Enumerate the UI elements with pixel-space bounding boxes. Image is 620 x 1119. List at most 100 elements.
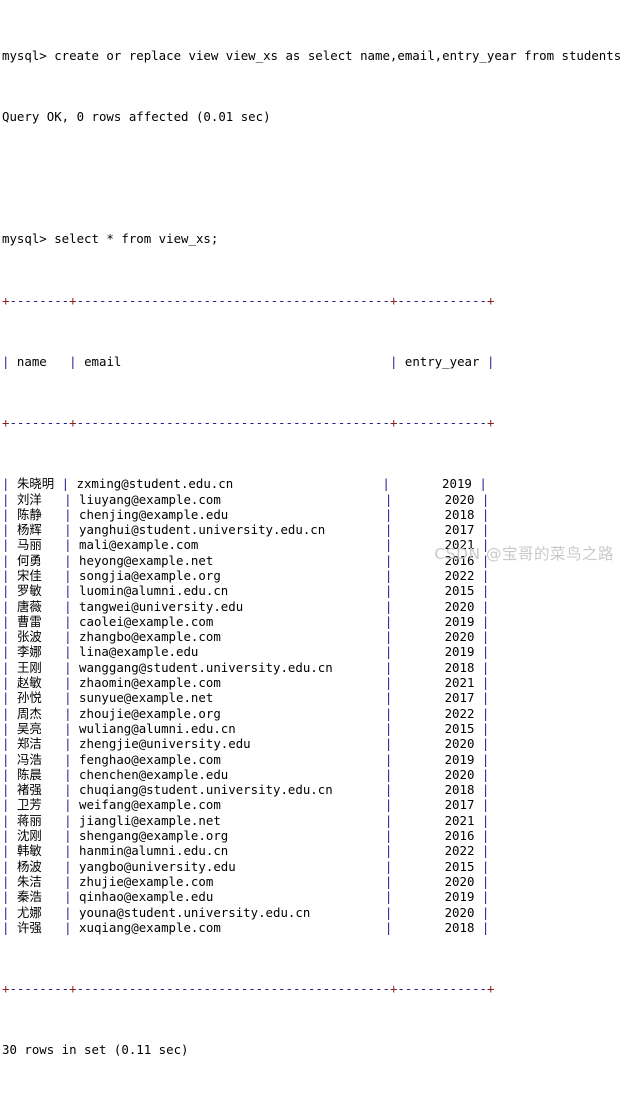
table-column-divider: | — [384, 613, 393, 629]
table-column-divider: | — [481, 782, 490, 798]
table-column-divider: | — [481, 583, 490, 599]
table-rule-header: +--------+------------------------------… — [2, 415, 620, 430]
table-column-divider: | — [384, 797, 393, 813]
cell-email: chenchen@example.edu — [71, 766, 385, 782]
cell-email: liuyang@example.com — [71, 491, 385, 507]
table-column-divider: | — [481, 766, 490, 782]
table-column-divider: | — [2, 675, 10, 691]
cell-pad — [9, 583, 16, 598]
cell-name: 杨波 — [16, 858, 42, 874]
cell-entry-year: 2019 — [392, 613, 482, 629]
table-row: | 赵敏 | zhaomin@example.com | 2021 | — [2, 675, 620, 690]
cell-entry-year: 2017 — [392, 690, 482, 706]
table-column-divider: | — [2, 797, 10, 813]
cell-pad — [9, 782, 16, 797]
table-column-divider: | — [64, 537, 72, 553]
cell-pad — [42, 813, 64, 828]
command-line-2: mysql> select * from view_xs; — [2, 231, 620, 246]
rule-dashes: -------- — [9, 292, 70, 308]
table-column-divider: | — [479, 476, 487, 492]
table-column-divider: | — [384, 644, 393, 660]
prompt-2: mysql> — [2, 231, 55, 247]
cell-pad — [42, 797, 64, 812]
table-column-divider: | — [384, 705, 393, 721]
table-column-divider: | — [2, 812, 10, 828]
cell-name: 褚强 — [16, 782, 42, 798]
cell-entry-year: 2020 — [392, 766, 482, 782]
command-text-1: create or replace view view_xs as select… — [54, 47, 620, 63]
table-column-divider: | — [2, 904, 10, 920]
table-row: | 韩敏 | hanmin@alumni.edu.cn | 2022 | — [2, 843, 620, 858]
cell-entry-year: 2015 — [392, 720, 482, 736]
table-column-divider: | — [64, 675, 72, 691]
table-column-divider: | — [481, 904, 490, 920]
cell-email: zhujie@example.com — [71, 873, 385, 889]
table-column-divider: | — [481, 629, 490, 645]
cell-email: qinhao@example.edu — [71, 889, 385, 905]
cell-email: weifang@example.com — [71, 797, 385, 813]
table-column-divider: | — [64, 812, 72, 828]
cell-pad — [42, 767, 64, 782]
table-rule-bottom: +--------+------------------------------… — [2, 981, 620, 996]
cell-pad — [9, 629, 16, 644]
prompt-1: mysql> — [2, 47, 55, 63]
table-column-divider: | — [2, 629, 10, 645]
table-column-divider: | — [64, 552, 72, 568]
rule-dashes: ----------------------------------------… — [76, 292, 390, 308]
cell-email: chenjing@example.edu — [71, 506, 385, 522]
table-column-divider: | — [2, 889, 10, 905]
cell-pad — [9, 476, 16, 491]
table-column-divider: | — [384, 720, 393, 736]
table-row: | 卫芳 | weifang@example.com | 2017 | — [2, 797, 620, 812]
cell-email: chuqiang@student.university.edu.cn — [71, 782, 385, 798]
cell-name: 朱洁 — [16, 873, 42, 889]
table-column-divider: | — [481, 690, 490, 706]
rule-dashes: ------------ — [397, 415, 487, 431]
cell-email: zxming@student.edu.cn — [69, 476, 383, 492]
cell-pad — [42, 583, 64, 598]
cell-pad — [42, 828, 64, 843]
table-column-divider: | — [481, 522, 490, 538]
table-column-divider: | — [2, 751, 10, 767]
table-column-divider: | — [2, 736, 10, 752]
cell-entry-year: 2019 — [392, 889, 482, 905]
table-column-divider: | — [64, 491, 72, 507]
cell-pad — [42, 905, 64, 920]
table-column-divider: | — [64, 506, 72, 522]
table-column-divider: | — [384, 751, 393, 767]
cell-pad — [9, 660, 16, 675]
cell-name: 马丽 — [16, 537, 42, 553]
cell-pad — [9, 553, 16, 568]
cell-email: shengang@example.org — [71, 828, 385, 844]
table-column-divider: | — [481, 537, 490, 553]
table-column-divider: | — [481, 919, 490, 935]
cell-email: yangbo@university.edu — [71, 858, 385, 874]
cell-entry-year: 2020 — [392, 629, 482, 645]
table-row: | 吴亮 | wuliang@alumni.edu.cn | 2015 | — [2, 721, 620, 736]
rule-dashes: ----------------------------------------… — [76, 415, 390, 431]
cell-entry-year: 2018 — [392, 659, 482, 675]
cell-entry-year: 2020 — [392, 904, 482, 920]
cell-pad — [42, 507, 64, 522]
rule-corner: + — [69, 981, 77, 996]
table-row: | 冯浩 | fenghao@example.com | 2019 | — [2, 752, 620, 767]
table-row: | 曹雷 | caolei@example.com | 2019 | — [2, 614, 620, 629]
cell-email: zhaomin@example.com — [71, 675, 385, 691]
cell-entry-year: 2021 — [392, 812, 482, 828]
cell-name: 孙悦 — [16, 690, 42, 706]
cell-entry-year: 2020 — [392, 736, 482, 752]
cell-pad — [42, 690, 64, 705]
cell-name: 韩敏 — [16, 843, 42, 859]
cell-pad — [9, 736, 16, 751]
table-column-divider: | — [69, 353, 77, 369]
rows-in-set-footer: 30 rows in set (0.11 sec) — [2, 1042, 189, 1058]
table-row: | 张波 | zhangbo@example.com | 2020 | — [2, 629, 620, 644]
table-column-divider: | — [64, 873, 72, 889]
table-column-divider: | — [481, 613, 490, 629]
cell-pad — [42, 522, 64, 537]
table-row: | 褚强 | chuqiang@student.university.edu.c… — [2, 782, 620, 797]
table-row: | 沈刚 | shengang@example.org | 2016 | — [2, 828, 620, 843]
cell-pad — [9, 752, 16, 767]
cell-email: jiangli@example.net — [71, 812, 385, 828]
